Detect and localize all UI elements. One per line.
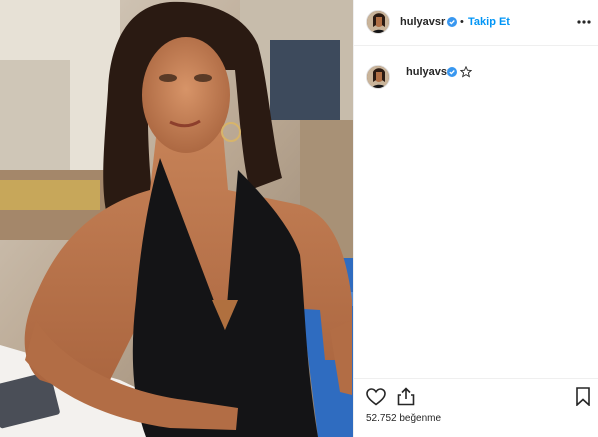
post-header: hulyavsr • Takip Et <box>354 0 598 46</box>
post-photo[interactable] <box>0 0 353 437</box>
avatar-image <box>367 11 389 33</box>
bookmark-outline-icon[interactable] <box>576 387 590 406</box>
more-horizontal-icon[interactable] <box>576 19 592 25</box>
star-outline-icon[interactable] <box>460 66 472 78</box>
share-icon[interactable] <box>397 387 415 406</box>
avatar[interactable] <box>366 10 390 34</box>
header-separator: • <box>460 16 464 28</box>
verified-badge-icon <box>447 17 457 27</box>
caption-verified-badge-icon <box>447 67 457 77</box>
instagram-post: hulyavsr • Takip Et hulyavsr 52.752 beğe… <box>0 0 598 437</box>
post-actions: 52.752 beğenme <box>354 378 598 437</box>
author-username[interactable]: hulyavsr <box>400 16 445 28</box>
caption-avatar[interactable] <box>366 65 390 89</box>
heart-outline-icon[interactable] <box>366 388 386 406</box>
post-photo-image <box>0 0 353 437</box>
likes-count[interactable]: 52.752 beğenme <box>366 413 441 424</box>
post-side-panel: hulyavsr • Takip Et hulyavsr 52.752 beğe… <box>353 0 598 437</box>
caption-username[interactable]: hulyavsr <box>406 66 451 78</box>
caption-avatar-image <box>367 66 389 88</box>
follow-button[interactable]: Takip Et <box>468 16 510 28</box>
